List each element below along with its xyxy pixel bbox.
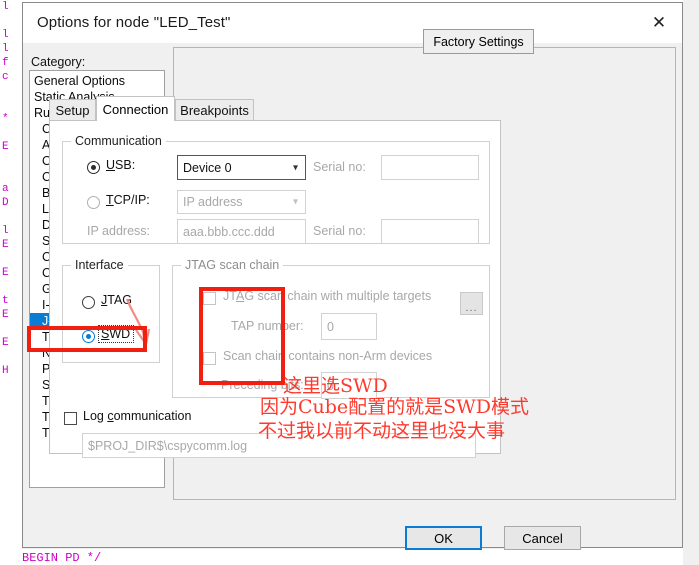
log-path-input[interactable]: $PROJ_DIR$\cspycomm.log [82,433,476,458]
tab-setup[interactable]: Setup [49,99,96,121]
tcpip-radio[interactable] [87,196,100,209]
log-communication-label: Log communication [83,409,192,423]
chevron-down-icon: ▾ [292,162,298,173]
tcpip-serial-label: Serial no: [313,224,366,238]
tcpip-value: IP address [183,195,243,209]
preceding-bits-input[interactable]: 0 [321,372,377,399]
tap-number-label: TAP number: [231,319,304,333]
usb-label: USB: [106,158,136,172]
usb-serial-label: Serial no: [313,160,366,174]
tab-breakpoints[interactable]: Breakpoints [175,99,254,121]
cancel-button[interactable]: Cancel [504,526,581,550]
log-path-browse-button[interactable]: ... [460,292,483,315]
communication-group: Communication USB: Device 0 ▾ Serial no:… [62,134,490,244]
usb-device-value: Device 0 [183,160,232,175]
jtag-radio[interactable] [82,296,95,309]
preceding-bits-label: Preceding bits: [221,378,304,392]
interface-group-title: Interface [71,258,128,272]
chevron-down-icon: ▾ [292,196,298,208]
connection-tab-panel: Communication USB: Device 0 ▾ Serial no:… [49,120,501,458]
background-code-line: BEGIN PD */ [22,551,102,565]
tcpip-combo[interactable]: IP address ▾ [177,190,306,214]
interface-group: Interface JTAG SWD [62,258,160,363]
tap-number-input[interactable]: 0 [321,313,377,340]
jtag-scan-chain-group: JTAG scan chain JTAG scan chain with mul… [172,258,490,399]
usb-radio[interactable] [87,161,100,174]
swd-radio[interactable] [82,330,95,343]
tabstrip: Setup Connection Breakpoints [49,96,501,121]
jtag-scan-chain-group-title: JTAG scan chain [181,258,284,272]
log-communication-checkbox[interactable] [64,412,77,425]
options-dialog: Options for node "LED_Test" ✕ Category: … [22,2,683,550]
jtag-label: JTAG [101,293,133,307]
ok-button[interactable]: OK [405,526,482,550]
non-arm-devices-label: Scan chain contains non-Arm devices [223,349,433,363]
category-label: Category: [31,55,86,69]
usb-serial-input[interactable] [381,155,479,180]
tab-connection[interactable]: Connection [96,96,175,121]
tcpip-label: TCP/IP: [106,193,150,207]
factory-settings-button[interactable]: Factory Settings [423,29,534,54]
communication-group-title: Communication [71,134,166,148]
multiple-targets-checkbox[interactable] [203,292,216,305]
ip-address-label: IP address: [87,224,151,238]
non-arm-devices-checkbox[interactable] [203,352,216,365]
background-right-strip [683,0,699,565]
dialog-title: Options for node "LED_Test" [37,14,231,31]
close-icon[interactable]: ✕ [636,3,682,42]
dialog-titlebar: Options for node "LED_Test" ✕ [23,3,682,43]
usb-device-combo[interactable]: Device 0 ▾ [177,155,306,180]
swd-focus-outline [98,325,134,343]
background-code-gutter: l l l f c * E a D l E E t E E H [2,1,9,377]
ip-address-input[interactable]: aaa.bbb.ccc.ddd [177,219,306,244]
multiple-targets-label: JTAG scan chain with multiple targets [223,289,432,303]
category-item-general-options[interactable]: General Options [30,73,164,89]
tcpip-serial-input[interactable] [381,219,479,244]
